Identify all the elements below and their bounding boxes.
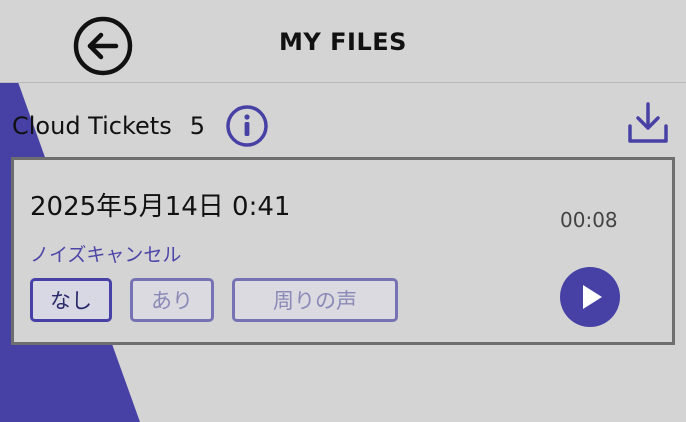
ticket-duration: 00:08 [560,208,618,232]
play-button[interactable] [560,267,620,327]
page-title: MY FILES [279,28,407,56]
ticket-card[interactable]: 2025年5月14日 0:41 00:08 ノイズキャンセル なし あり 周りの… [11,157,675,345]
info-circle-icon [226,105,268,147]
noise-cancel-label: ノイズキャンセル [30,244,182,266]
noise-option-ambient-voice[interactable]: 周りの声 [232,278,398,322]
download-button[interactable] [626,101,670,145]
section-label: Cloud Tickets [12,112,172,140]
play-icon [583,285,602,309]
download-tray-icon [628,102,668,143]
cloud-tickets-header: Cloud Tickets 5 [12,104,269,148]
page: MY FILES Cloud Tickets 5 2025年5月14日 0:41… [0,0,686,422]
ticket-date: 2025年5月14日 0:41 [30,192,291,222]
ticket-count: 5 [189,112,205,140]
noise-option-none[interactable]: なし [30,278,112,322]
info-button[interactable] [225,104,269,148]
app-header: MY FILES [0,0,686,83]
noise-option-on[interactable]: あり [130,278,214,322]
